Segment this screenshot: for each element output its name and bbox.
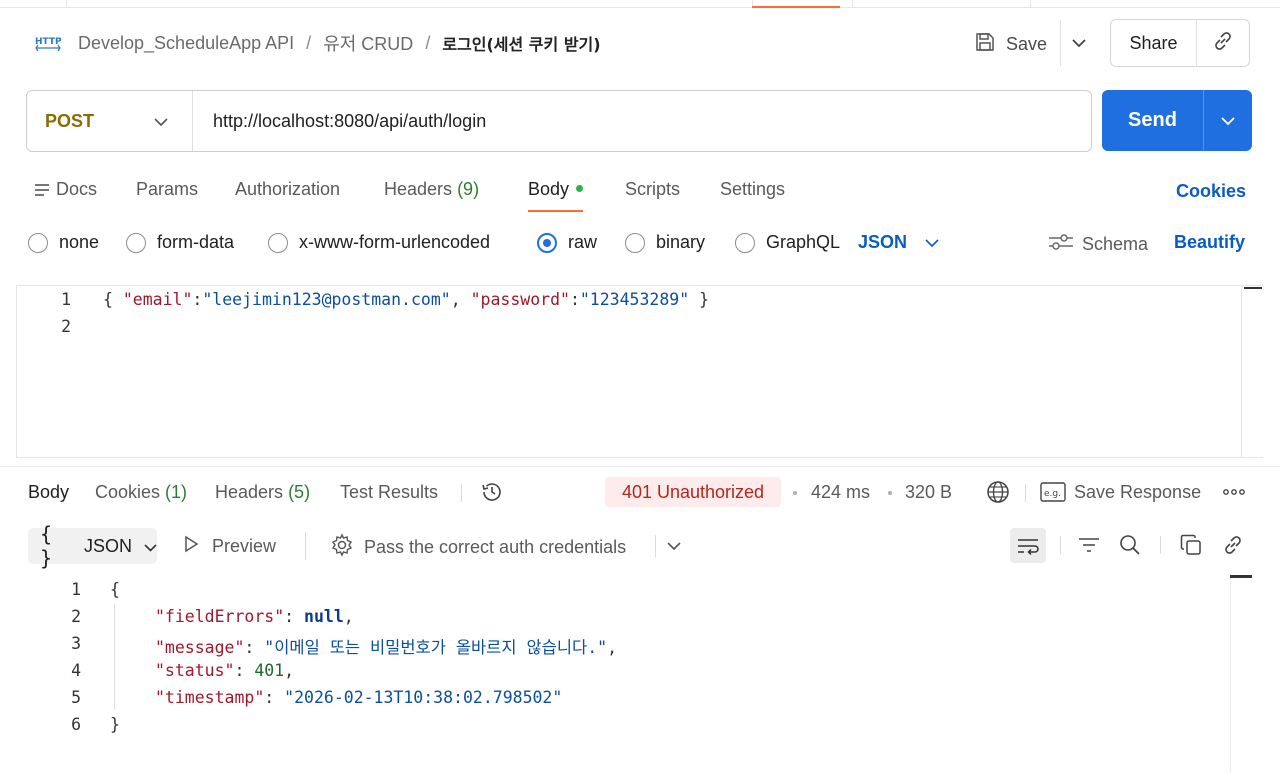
globe-icon[interactable] xyxy=(985,479,1011,505)
radio-circle-selected xyxy=(537,232,557,253)
editor-scrollbar[interactable] xyxy=(1241,286,1263,457)
send-options-button[interactable] xyxy=(1204,90,1252,151)
radio-form-data[interactable]: form-data xyxy=(126,232,234,253)
code-line: "message": "이메일 또는 비밀번호가 올바르지 않습니다.", xyxy=(155,638,617,657)
tab-params[interactable]: Params xyxy=(136,172,198,212)
method-label: POST xyxy=(45,110,95,131)
gear-icon xyxy=(330,533,354,562)
tab-headers[interactable]: Headers (9) xyxy=(384,172,479,212)
copy-link-button[interactable] xyxy=(1197,20,1249,66)
share-button[interactable]: Share xyxy=(1111,20,1197,66)
link-icon xyxy=(1211,29,1235,58)
tab-response-body[interactable]: Body xyxy=(28,482,69,503)
response-time[interactable]: 424 ms xyxy=(811,482,870,503)
tab-settings[interactable]: Settings xyxy=(720,172,785,212)
line-number: 2 xyxy=(71,607,81,626)
body-indicator-dot xyxy=(576,185,584,192)
save-label: Save xyxy=(1006,33,1048,54)
search-icon[interactable] xyxy=(1117,532,1143,558)
code-line: "timestamp": "2026-02-13T10:38:02.798502… xyxy=(155,688,563,707)
svg-text:e.g.: e.g. xyxy=(1044,489,1061,499)
breadcrumb-folder[interactable]: 유저 CRUD xyxy=(323,30,413,56)
pane-divider[interactable] xyxy=(0,466,1280,467)
beautify-button[interactable]: Beautify xyxy=(1174,232,1245,253)
active-tab-indicator xyxy=(752,6,840,8)
send-group: Send xyxy=(1102,90,1252,151)
tab-response-cookies[interactable]: Cookies (1) xyxy=(95,482,187,503)
chevron-down-icon[interactable] xyxy=(664,538,684,554)
code-line: "status": 401, xyxy=(155,661,295,680)
chevron-down-icon xyxy=(1071,33,1086,53)
method-select[interactable]: POST xyxy=(27,91,193,151)
line-number: 6 xyxy=(71,715,81,734)
tab-docs[interactable]: Docs xyxy=(34,172,97,212)
chevron-down-icon xyxy=(144,536,157,557)
headers-count: (9) xyxy=(457,179,480,199)
save-icon xyxy=(974,31,996,58)
tab-strip xyxy=(0,0,1280,8)
breadcrumb-request-name[interactable]: 로그인(세션 쿠키 받기) xyxy=(442,31,600,55)
radio-circle xyxy=(28,232,48,253)
radio-circle xyxy=(268,232,288,253)
status-badge[interactable]: 401 Unauthorized xyxy=(605,477,781,507)
tab-response-headers[interactable]: Headers (5) xyxy=(215,482,310,503)
docs-icon xyxy=(34,174,50,208)
line-number: 5 xyxy=(71,688,81,707)
line-number: 1 xyxy=(71,580,81,599)
radio-circle xyxy=(625,232,645,253)
response-size[interactable]: 320 B xyxy=(905,482,952,503)
request-body-editor[interactable]: 1 2 { "email":"leejimin123@postman.com",… xyxy=(16,285,1263,458)
radio-none[interactable]: none xyxy=(28,232,99,253)
radio-graphql[interactable]: GraphQL xyxy=(735,232,840,253)
code-line: "fieldErrors": null, xyxy=(155,607,354,626)
breadcrumb: HTTP Develop_ScheduleApp API / 유저 CRUD /… xyxy=(34,28,601,58)
play-icon xyxy=(182,535,200,558)
visualize-button[interactable]: Pass the correct auth credentials xyxy=(330,533,626,562)
line-number: 1 xyxy=(61,290,71,309)
share-group: Share xyxy=(1110,19,1250,67)
tab-body[interactable]: Body xyxy=(528,172,584,212)
line-number: 3 xyxy=(71,634,81,653)
history-icon[interactable] xyxy=(478,478,506,506)
tab-scripts[interactable]: Scripts xyxy=(625,172,680,212)
code-line: } xyxy=(110,715,120,734)
request-url-bar: POST http://localhost:8080/api/auth/logi… xyxy=(26,90,1092,152)
schema-button[interactable]: Schema xyxy=(1048,232,1148,257)
sliders-icon xyxy=(1048,232,1074,257)
cookies-link[interactable]: Cookies xyxy=(1176,181,1246,202)
radio-raw[interactable]: raw xyxy=(537,232,597,253)
braces-icon: { } xyxy=(40,522,53,570)
copy-icon[interactable] xyxy=(1178,532,1204,558)
save-button[interactable]: Save xyxy=(974,30,1047,58)
radio-circle xyxy=(735,232,755,253)
wrap-lines-icon[interactable] xyxy=(1010,528,1046,563)
chevron-down-icon xyxy=(925,232,939,253)
response-format-select[interactable]: { } JSON xyxy=(28,522,157,570)
save-options-button[interactable] xyxy=(1060,20,1096,66)
body-language-select[interactable]: JSON xyxy=(858,232,939,253)
filter-icon[interactable] xyxy=(1076,532,1102,558)
more-options-icon[interactable] xyxy=(1220,480,1248,504)
radio-circle xyxy=(126,232,146,253)
code-line: { xyxy=(110,580,120,599)
breadcrumb-collection[interactable]: Develop_ScheduleApp API xyxy=(78,33,294,54)
save-response-button[interactable]: Save Response xyxy=(1074,482,1201,503)
chevron-down-icon xyxy=(1221,111,1235,131)
response-scrollbar[interactable] xyxy=(1230,575,1252,578)
line-number: 2 xyxy=(61,317,71,336)
url-input[interactable]: http://localhost:8080/api/auth/login xyxy=(193,111,486,132)
http-icon: HTTP xyxy=(34,30,62,56)
tab-test-results[interactable]: Test Results xyxy=(340,482,438,503)
preview-button[interactable]: Preview xyxy=(182,535,276,558)
line-number: 4 xyxy=(71,661,81,680)
code-line: { "email":"leejimin123@postman.com", "pa… xyxy=(103,290,710,309)
radio-binary[interactable]: binary xyxy=(625,232,705,253)
link-icon[interactable] xyxy=(1220,532,1246,558)
tab-authorization[interactable]: Authorization xyxy=(235,172,340,212)
example-icon: e.g. xyxy=(1040,479,1066,505)
radio-urlencoded[interactable]: x-www-form-urlencoded xyxy=(268,232,490,253)
send-button[interactable]: Send xyxy=(1102,90,1204,151)
chevron-down-icon xyxy=(154,111,168,132)
